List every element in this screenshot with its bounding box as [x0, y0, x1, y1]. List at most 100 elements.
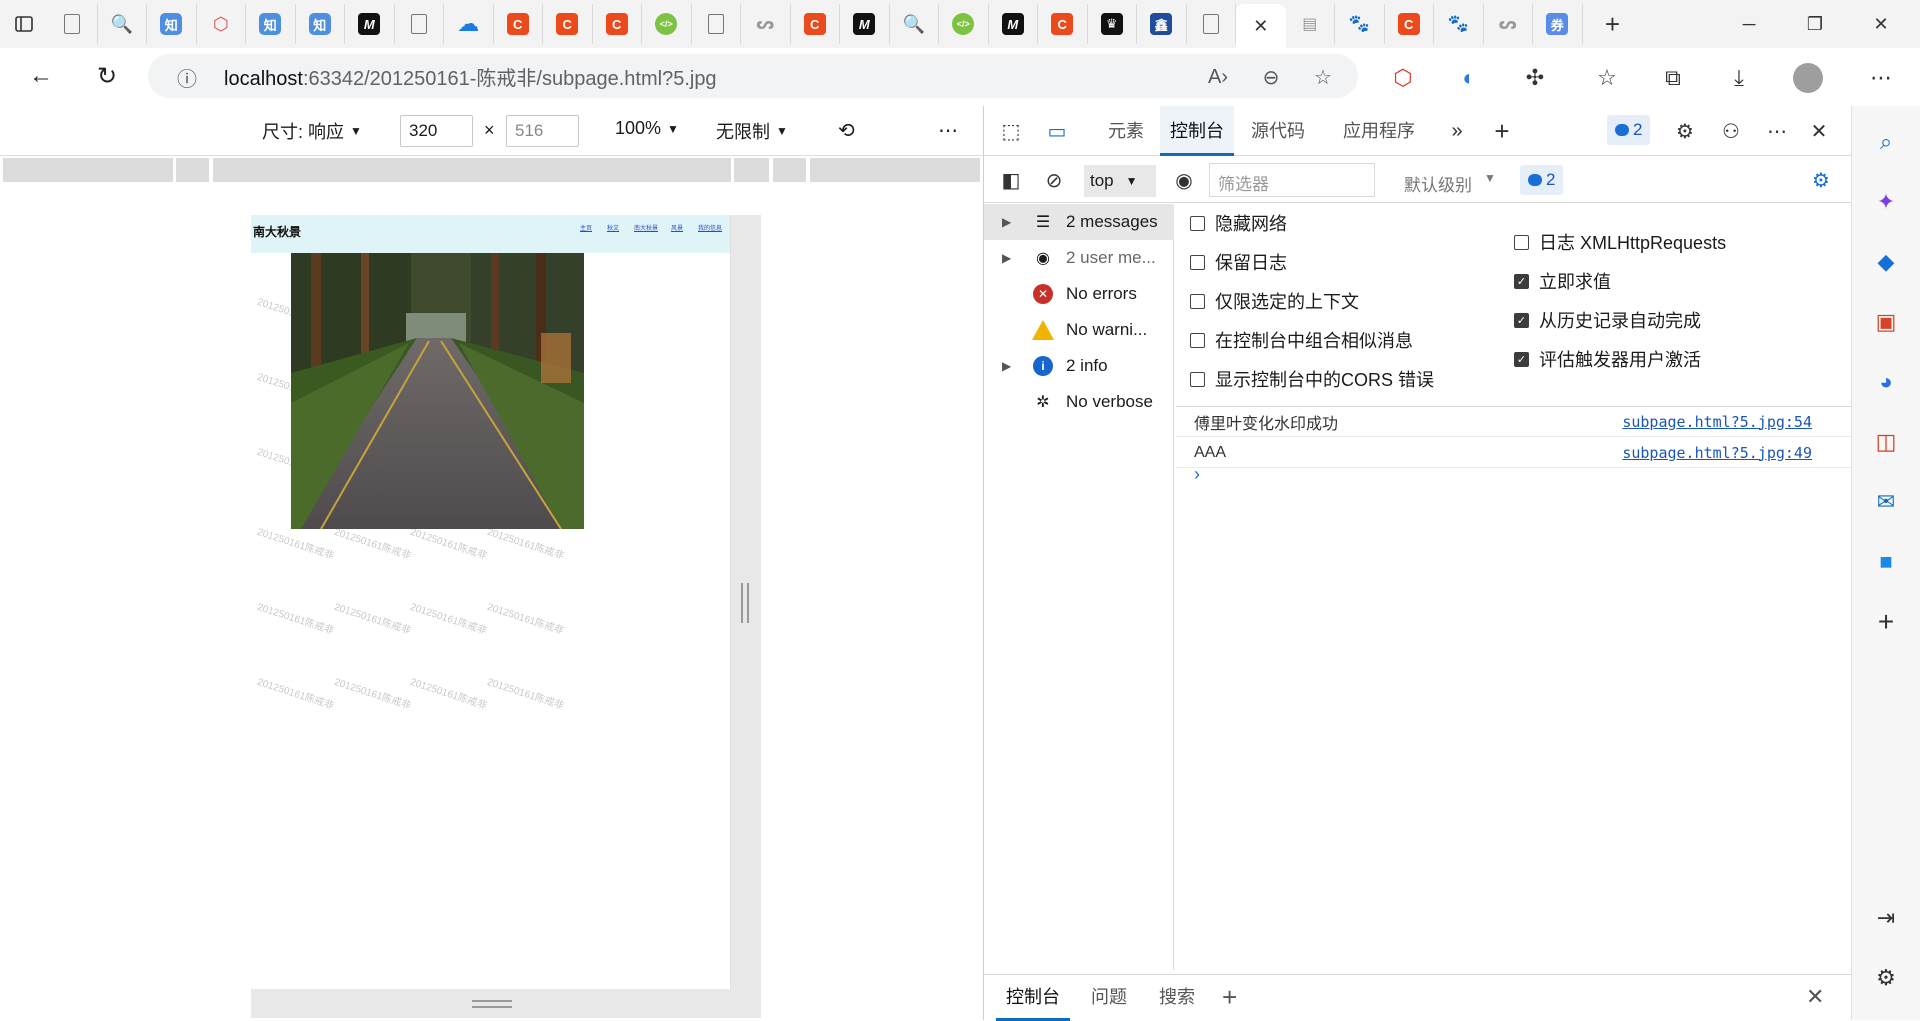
browser-tab[interactable]: C	[1038, 4, 1088, 44]
settings-more-icon[interactable]: ⋯	[1864, 61, 1898, 95]
tab-application[interactable]: 应用程序	[1333, 106, 1425, 156]
copilot-icon[interactable]: ✦	[1870, 186, 1902, 218]
restore-button[interactable]: ❐	[1782, 0, 1848, 48]
browser-tab[interactable]: M	[345, 4, 395, 44]
sidebar-filter-row[interactable]: ✕ No errors	[984, 276, 1174, 312]
browser-tab[interactable]: 🔍	[890, 4, 939, 44]
browser-tab[interactable]	[48, 4, 98, 44]
nav-link-home[interactable]: 主页	[580, 223, 592, 232]
minimize-button[interactable]: ─	[1716, 0, 1782, 48]
browser-tab[interactable]: ⬡	[197, 4, 246, 44]
setting-checkbox[interactable]: 显示控制台中的CORS 错误	[1190, 366, 1434, 392]
checkbox-checked-icon[interactable]: ✓	[1514, 351, 1529, 367]
drawer-tab-console[interactable]: 控制台	[996, 975, 1070, 1021]
console-settings-icon[interactable]: ⚙	[1806, 165, 1836, 195]
sidebar-filter-row[interactable]: ✲ No verbose	[984, 384, 1174, 420]
browser-tab[interactable]: 鑫	[1137, 4, 1187, 44]
width-input[interactable]: 320	[400, 115, 473, 147]
close-devtools-icon[interactable]: ✕	[1804, 116, 1834, 146]
expand-arrow-icon[interactable]: ▶	[1002, 251, 1018, 265]
extension-red-icon[interactable]: ⬡	[1386, 61, 1420, 95]
zoom-out-icon[interactable]: ⊖	[1256, 62, 1286, 92]
checkbox-icon[interactable]	[1190, 254, 1205, 270]
tools-icon[interactable]: ▣	[1870, 306, 1902, 338]
browser-tab[interactable]: ✕	[1236, 4, 1286, 48]
hide-sidebar-icon[interactable]: ⇥	[1870, 902, 1902, 934]
device-emulation-icon[interactable]: ▭	[1042, 116, 1072, 146]
sidebar-toggle-icon[interactable]: ◧	[996, 165, 1026, 195]
context-select[interactable]: top ▼	[1084, 165, 1156, 197]
browser-tab[interactable]: M	[989, 4, 1038, 44]
sidebar-filter-row[interactable]: ▶ i 2 info	[984, 348, 1174, 384]
log-level-select[interactable]: 默认级别 ▼	[1404, 171, 1496, 196]
browser-tab[interactable]: 知	[246, 4, 296, 44]
browser-tab[interactable]: C	[791, 4, 840, 44]
browser-tab[interactable]: C	[494, 4, 543, 44]
browser-tab[interactable]: ♛	[1088, 4, 1137, 44]
sidebar-filter-row[interactable]: ▶ ◉ 2 user me...	[984, 240, 1174, 276]
customize-icon[interactable]: ⚇	[1716, 116, 1746, 146]
log-source-link[interactable]: subpage.html?5.jpg:49	[1622, 444, 1812, 462]
drop-icon[interactable]: ■	[1870, 546, 1902, 578]
browser-tab[interactable]: 🐾	[1434, 4, 1484, 44]
messages-badge[interactable]: 2	[1520, 165, 1564, 195]
throttle-dropdown[interactable]: 无限制 ▼	[716, 118, 788, 144]
setting-checkbox[interactable]: 在控制台中组合相似消息	[1190, 327, 1413, 353]
browser-tab[interactable]: ᔕ	[1484, 4, 1533, 44]
settings-gear-icon[interactable]: ⚙	[1670, 116, 1700, 146]
sidebar-settings-icon[interactable]: ⚙	[1870, 962, 1902, 994]
resize-handle-vertical[interactable]	[472, 1000, 512, 1008]
nav-link-article[interactable]: 秋文	[607, 223, 619, 232]
add-sidebar-app-icon[interactable]: +	[1870, 606, 1902, 638]
browser-tab[interactable]: C	[543, 4, 593, 44]
setting-checkbox[interactable]: 仅限选定的上下文	[1190, 288, 1359, 314]
emulated-viewport[interactable]: 201250161陈戒非 201250161陈戒非 201250161陈戒非 2012…	[251, 215, 731, 989]
more-options-icon[interactable]: ⋯	[1762, 116, 1792, 146]
more-options-icon[interactable]: ⋯	[938, 118, 958, 143]
checkbox-icon[interactable]	[1190, 332, 1205, 348]
url-text[interactable]: localhost:63342/201250161-陈戒非/subpage.ht…	[224, 62, 717, 91]
outlook-icon[interactable]: ✉	[1870, 486, 1902, 518]
address-bar[interactable]: ⓘ localhost:63342/201250161-陈戒非/subpage.…	[148, 54, 1358, 98]
add-favorite-icon[interactable]: ☆	[1308, 62, 1338, 92]
log-source-link[interactable]: subpage.html?5.jpg:54	[1622, 413, 1812, 431]
nav-link-view[interactable]: 风景	[671, 223, 683, 232]
search-icon[interactable]: ⌕	[1870, 126, 1902, 158]
browser-tab[interactable]: ☁	[444, 4, 494, 44]
setting-checkbox[interactable]: ✓ 立即求值	[1514, 268, 1611, 294]
setting-checkbox[interactable]: 日志 XMLHttpRequests	[1514, 229, 1726, 255]
back-button[interactable]: ←	[18, 53, 64, 99]
refresh-button[interactable]: ↻	[84, 53, 130, 99]
checkbox-icon[interactable]	[1514, 234, 1529, 250]
tab-elements[interactable]: 元素	[1098, 106, 1154, 156]
drawer-add-icon[interactable]: +	[1212, 975, 1247, 1021]
media-query-bar[interactable]	[0, 158, 983, 182]
downloads-icon[interactable]: ⤓	[1722, 61, 1756, 95]
add-tool-icon[interactable]: +	[1487, 116, 1517, 146]
expand-arrow-icon[interactable]: ▶	[1002, 215, 1018, 229]
nav-link-scenery[interactable]: 南大秋景	[634, 223, 658, 232]
browser-tab[interactable]: </>	[642, 4, 692, 44]
filter-input[interactable]: 筛选器	[1209, 163, 1375, 197]
tab-sources[interactable]: 源代码	[1241, 106, 1315, 156]
browser-tab[interactable]: 知	[147, 4, 197, 44]
expand-arrow-icon[interactable]: ▶	[1002, 359, 1018, 373]
dimensions-dropdown[interactable]: 尺寸: 响应 ▼	[262, 118, 362, 144]
close-window-button[interactable]: ✕	[1848, 0, 1914, 48]
browser-tab[interactable]: ᔕ	[741, 4, 791, 44]
more-tabs-icon[interactable]: »	[1442, 116, 1472, 146]
drawer-tab-issues[interactable]: 问题	[1081, 975, 1137, 1021]
browser-tab[interactable]	[395, 4, 444, 44]
browser-tab[interactable]: ▤	[1286, 4, 1335, 44]
checkbox-icon[interactable]	[1190, 215, 1205, 231]
setting-checkbox[interactable]: ✓ 从历史记录自动完成	[1514, 307, 1701, 333]
resize-handle-horizontal[interactable]	[741, 583, 749, 623]
browser-tab[interactable]: C	[593, 4, 642, 44]
shopping-tag-icon[interactable]: ◆	[1870, 246, 1902, 278]
browser-tab[interactable]	[1187, 4, 1236, 44]
browser-tab[interactable]: 券	[1533, 4, 1583, 44]
browser-tab[interactable]: M	[840, 4, 890, 44]
drawer-tab-search[interactable]: 搜索	[1149, 975, 1205, 1021]
read-aloud-icon[interactable]: A›	[1203, 62, 1233, 92]
favorites-icon[interactable]: ☆	[1590, 61, 1624, 95]
